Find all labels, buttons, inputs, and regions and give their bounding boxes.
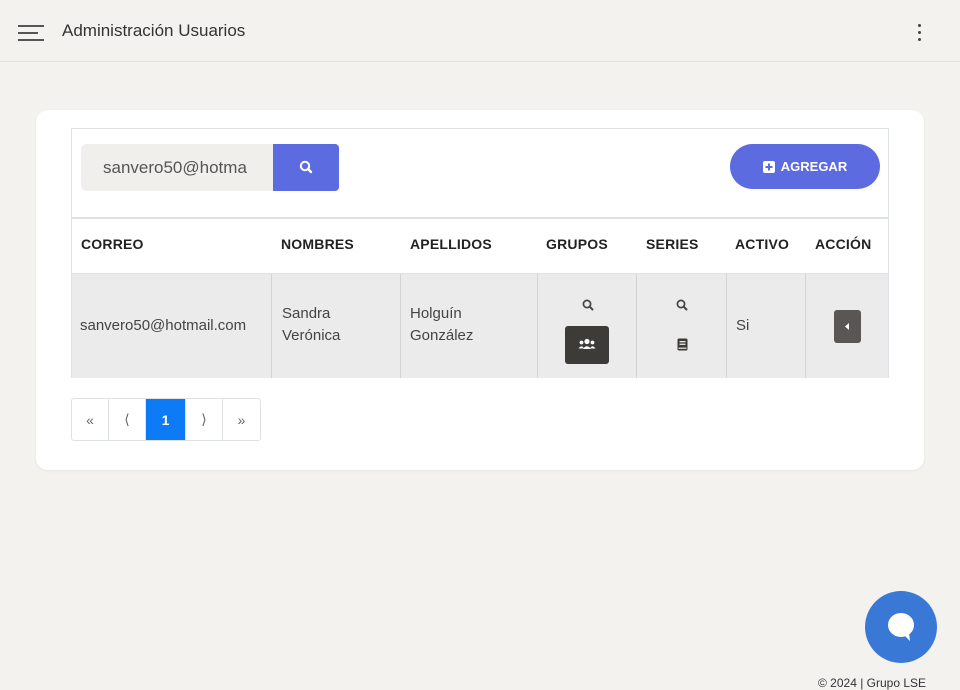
cell-grupos: [538, 274, 637, 378]
footer-copyright: © 2024 | Grupo LSE: [818, 676, 927, 690]
column-header-correo[interactable]: CORREO: [81, 236, 144, 252]
page-current[interactable]: 1: [146, 399, 186, 440]
page-next[interactable]: ⟩: [186, 399, 223, 440]
chat-button[interactable]: [865, 591, 937, 663]
user-last-name-2: González: [410, 327, 474, 344]
page-title: Administración Usuarios: [62, 21, 246, 40]
table-header: CORREO NOMBRES APELLIDOS GRUPOS SERIES A…: [72, 217, 888, 273]
cell-series: [637, 274, 727, 378]
users-panel: AGREGAR CORREO NOMBRES APELLIDOS GRUPOS …: [71, 128, 889, 378]
pagination: « ⟨ 1 ⟩ »: [71, 398, 261, 441]
user-active-status: Si: [736, 317, 750, 334]
page-first[interactable]: «: [72, 399, 109, 440]
caret-left-icon: [845, 323, 849, 330]
users-icon: [578, 338, 596, 349]
view-groups-icon[interactable]: [581, 298, 595, 312]
chat-bubble-icon: [888, 613, 914, 641]
user-last-name-1: Holguín: [410, 305, 462, 322]
column-header-nombres[interactable]: NOMBRES: [281, 236, 354, 252]
book-icon[interactable]: [677, 338, 688, 351]
cell-apellidos: Holguín González: [401, 274, 538, 378]
search-button[interactable]: [273, 144, 339, 191]
add-user-button[interactable]: AGREGAR: [730, 144, 880, 189]
user-email: sanvero50@hotmail.com: [80, 317, 247, 334]
cell-accion: [806, 274, 888, 378]
users-card: AGREGAR CORREO NOMBRES APELLIDOS GRUPOS …: [36, 110, 924, 470]
column-header-series[interactable]: SERIES: [646, 236, 699, 252]
cell-correo: sanvero50@hotmail.com: [72, 274, 272, 378]
table-row: sanvero50@hotmail.com Sandra Verónica Ho…: [72, 273, 888, 378]
menu-icon[interactable]: [12, 22, 46, 42]
page-last[interactable]: »: [223, 399, 260, 440]
search-icon: [299, 160, 313, 174]
column-header-apellidos[interactable]: APELLIDOS: [410, 236, 492, 252]
user-first-name-1: Sandra: [282, 305, 331, 322]
column-header-accion[interactable]: ACCIÓN: [815, 236, 871, 252]
cell-activo: Si: [727, 274, 806, 378]
top-bar: Administración Usuarios: [0, 0, 960, 62]
cell-nombres: Sandra Verónica: [272, 274, 401, 378]
page-previous[interactable]: ⟨: [109, 399, 146, 440]
groups-button[interactable]: [565, 326, 609, 364]
view-series-icon[interactable]: [675, 298, 689, 312]
actions-button[interactable]: [834, 310, 861, 343]
add-user-label: AGREGAR: [780, 159, 848, 174]
more-options-icon[interactable]: [914, 22, 926, 42]
user-first-name-2: Verónica: [282, 327, 341, 344]
column-header-grupos[interactable]: GRUPOS: [546, 236, 608, 252]
search-input[interactable]: [81, 144, 273, 191]
plus-square-icon: [762, 160, 775, 173]
column-header-activo[interactable]: ACTIVO: [735, 236, 789, 252]
